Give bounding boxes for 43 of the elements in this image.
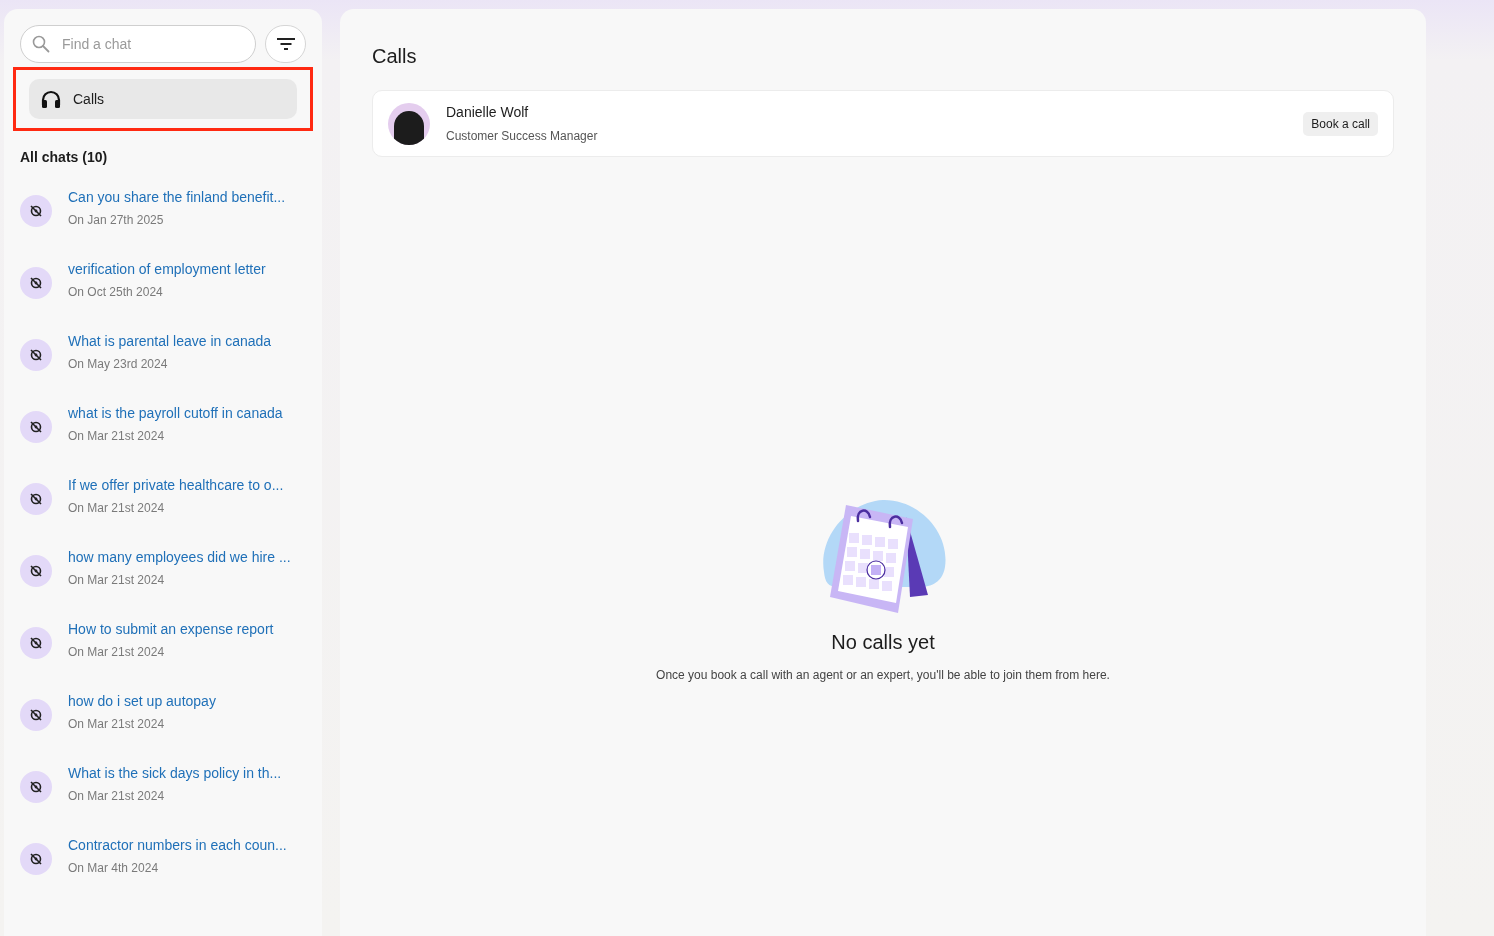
page-title: Calls bbox=[372, 45, 418, 68]
chat-date: On Mar 21st 2024 bbox=[68, 717, 166, 731]
chat-date: On Mar 21st 2024 bbox=[68, 789, 166, 803]
chat-icon bbox=[20, 555, 52, 587]
empty-state-text: Once you book a call with an agent or an expert, you'll be able to join them from here. bbox=[656, 668, 1110, 682]
book-call-button[interactable]: Book a call bbox=[1303, 111, 1378, 136]
chat-date: On Mar 21st 2024 bbox=[68, 501, 166, 515]
chat-link[interactable]: What is the sick days policy in th... bbox=[68, 765, 282, 781]
chat-link[interactable]: Can you share the finland benefit... bbox=[68, 189, 286, 205]
chat-date: On Mar 4th 2024 bbox=[68, 861, 160, 875]
filter-button[interactable] bbox=[265, 25, 306, 63]
chat-icon bbox=[20, 627, 52, 659]
avatar-icon bbox=[388, 102, 430, 145]
contact-role: Customer Success Manager bbox=[446, 129, 599, 143]
chat-date: On Mar 21st 2024 bbox=[68, 645, 166, 659]
section-heading: All chats (10) bbox=[20, 149, 109, 165]
search-field[interactable]: Find a chat bbox=[20, 25, 256, 63]
chat-date: On Mar 21st 2024 bbox=[68, 429, 166, 443]
chat-date: On Oct 25th 2024 bbox=[68, 285, 164, 299]
chat-icon bbox=[20, 771, 52, 803]
chat-link[interactable]: verification of employment letter bbox=[68, 261, 266, 277]
empty-state-title: No calls yet bbox=[831, 631, 935, 654]
chat-link[interactable]: how many employees did we hire ... bbox=[68, 549, 291, 565]
chat-link[interactable]: How to submit an expense report bbox=[68, 621, 274, 637]
chat-link[interactable]: what is the payroll cutoff in canada bbox=[68, 405, 283, 421]
filter-icon bbox=[276, 38, 295, 50]
chat-link[interactable]: Contractor numbers in each coun... bbox=[68, 837, 287, 853]
chat-icon bbox=[20, 411, 52, 443]
nav-item[interactable]: Calls bbox=[29, 79, 297, 119]
chat-date: On May 23rd 2024 bbox=[68, 357, 169, 371]
contact-name: Danielle Wolf bbox=[446, 104, 530, 120]
chat-icon bbox=[20, 267, 52, 299]
chat-date: On Mar 21st 2024 bbox=[68, 573, 166, 587]
chat-link[interactable]: how do i set up autopay bbox=[68, 693, 216, 709]
chat-link[interactable]: If we offer private healthcare to o... bbox=[68, 477, 284, 493]
chat-icon bbox=[20, 699, 52, 731]
chat-icon bbox=[20, 195, 52, 227]
chat-icon bbox=[20, 483, 52, 515]
chat-date: On Jan 27th 2025 bbox=[68, 213, 165, 227]
chat-link[interactable]: What is parental leave in canada bbox=[68, 333, 272, 349]
headphones-icon bbox=[41, 90, 61, 108]
chat-icon bbox=[20, 843, 52, 875]
chat-icon bbox=[20, 339, 52, 371]
